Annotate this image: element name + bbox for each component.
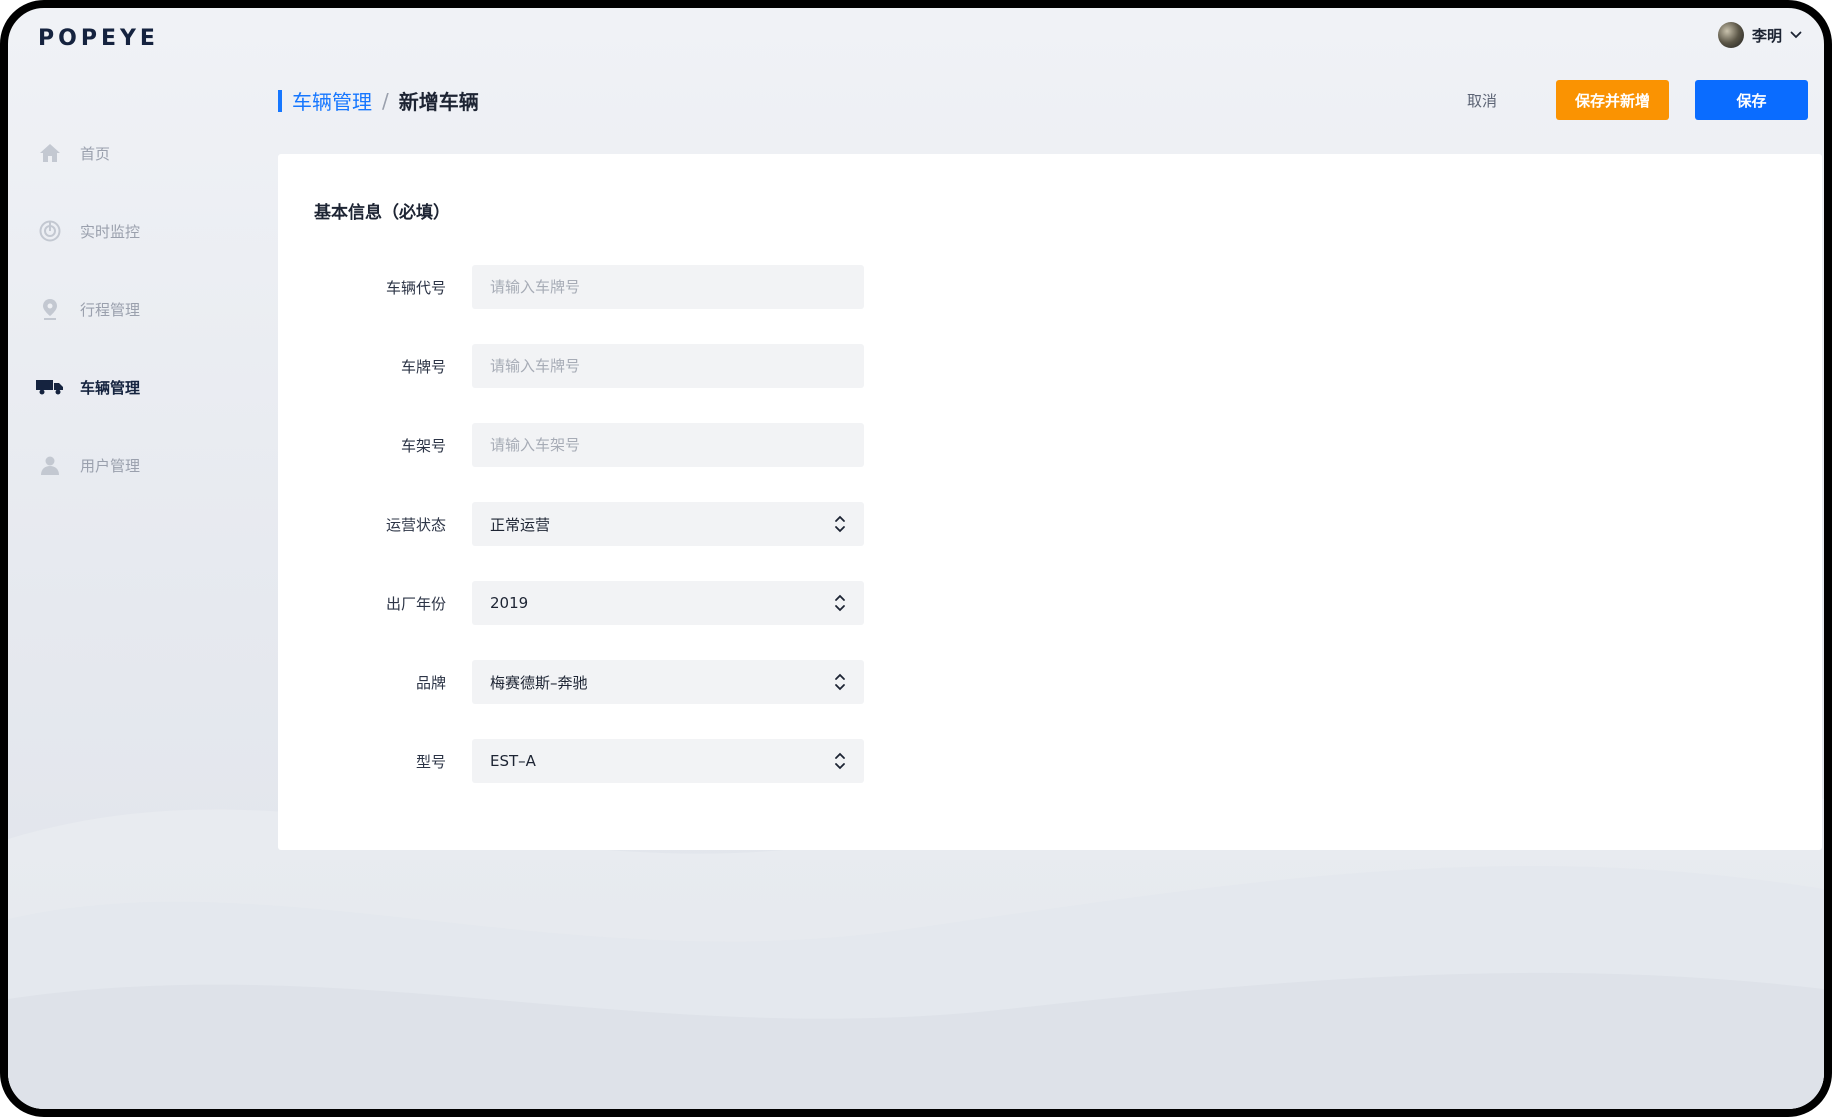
save-button[interactable]: 保存 bbox=[1695, 80, 1808, 120]
brand-select[interactable]: 梅赛德斯–奔驰 bbox=[472, 660, 864, 704]
vehicle-code-label: 车辆代号 bbox=[385, 278, 446, 297]
truck-icon bbox=[36, 375, 64, 399]
app-logo: POPEYE bbox=[38, 26, 159, 51]
user-name: 李明 bbox=[1751, 26, 1782, 45]
status-select-value: 正常运营 bbox=[490, 515, 551, 534]
section-title: 基本信息（必填） bbox=[314, 203, 450, 223]
model-select-value: EST–A bbox=[490, 752, 536, 770]
sidebar-item-label: 车辆管理 bbox=[80, 378, 141, 397]
model-label: 型号 bbox=[415, 752, 446, 771]
form-row-plate: 车牌号 bbox=[278, 344, 864, 388]
year-select-value: 2019 bbox=[490, 594, 529, 612]
save-and-new-button[interactable]: 保存并新增 bbox=[1556, 80, 1669, 120]
sidebar-item-label: 用户管理 bbox=[80, 456, 141, 475]
form-row-brand: 品牌 梅赛德斯–奔驰 bbox=[278, 660, 864, 704]
form-row-status: 运营状态 正常运营 bbox=[278, 502, 864, 546]
sidebar-item-users[interactable]: 用户管理 bbox=[36, 450, 236, 480]
chevron-down-icon bbox=[1790, 31, 1802, 39]
form-row-frame: 车架号 bbox=[278, 423, 864, 467]
sidebar-item-home[interactable]: 首页 bbox=[36, 138, 236, 168]
user-menu[interactable]: 李明 bbox=[1717, 22, 1802, 48]
plate-label: 车牌号 bbox=[400, 357, 446, 376]
year-label: 出厂年份 bbox=[385, 594, 446, 613]
plate-input[interactable] bbox=[472, 344, 864, 388]
sidebar-item-label: 实时监控 bbox=[80, 222, 141, 241]
sidebar-item-monitor[interactable]: 实时监控 bbox=[36, 216, 236, 246]
vehicle-code-input[interactable] bbox=[472, 265, 864, 309]
sidebar-item-vehicles[interactable]: 车辆管理 bbox=[36, 372, 236, 402]
up-down-arrows-icon bbox=[835, 594, 845, 612]
page-title: 新增车辆 bbox=[398, 90, 479, 114]
sidebar-item-label: 行程管理 bbox=[80, 300, 141, 319]
up-down-arrows-icon bbox=[835, 752, 845, 770]
user-icon bbox=[36, 453, 64, 477]
vehicle-form: 车辆代号 车牌号 车架号 运营状态 正常运营 bbox=[278, 265, 864, 818]
sidebar: 首页 实时监控 行程管理 车辆管理 用户管理 bbox=[36, 138, 236, 528]
up-down-arrows-icon bbox=[835, 673, 845, 691]
user-avatar bbox=[1717, 22, 1744, 48]
radar-icon bbox=[36, 219, 64, 243]
model-select[interactable]: EST–A bbox=[472, 739, 864, 783]
cancel-button[interactable]: 取消 bbox=[1452, 80, 1512, 120]
toolbar: 取消 保存并新增 保存 bbox=[1452, 80, 1808, 120]
form-row-year: 出厂年份 2019 bbox=[278, 581, 864, 625]
form-row-model: 型号 EST–A bbox=[278, 739, 864, 783]
status-label: 运营状态 bbox=[385, 515, 446, 534]
home-icon bbox=[36, 141, 64, 165]
breadcrumb-accent-bar bbox=[278, 89, 282, 112]
breadcrumb-parent-link[interactable]: 车辆管理 bbox=[292, 86, 372, 115]
up-down-arrows-icon bbox=[835, 515, 845, 533]
brand-select-value: 梅赛德斯–奔驰 bbox=[490, 673, 588, 692]
breadcrumb: 车辆管理 / 新增车辆 bbox=[278, 86, 479, 115]
sidebar-item-label: 首页 bbox=[80, 144, 111, 163]
app-window: POPEYE 李明 首页 实时监控 行程管理 车辆管理 用户管理 车辆管理 / … bbox=[0, 0, 1832, 1117]
form-row-vehicle-code: 车辆代号 bbox=[278, 265, 864, 309]
brand-label: 品牌 bbox=[415, 673, 446, 692]
form-card: 基本信息（必填） 车辆代号 车牌号 车架号 运营状态 正常运营 bbox=[278, 154, 1822, 850]
breadcrumb-separator: / bbox=[382, 88, 389, 113]
location-pin-icon bbox=[36, 297, 64, 321]
sidebar-item-trips[interactable]: 行程管理 bbox=[36, 294, 236, 324]
status-select[interactable]: 正常运营 bbox=[472, 502, 864, 546]
year-select[interactable]: 2019 bbox=[472, 581, 864, 625]
frame-label: 车架号 bbox=[400, 436, 446, 455]
frame-input[interactable] bbox=[472, 423, 864, 467]
